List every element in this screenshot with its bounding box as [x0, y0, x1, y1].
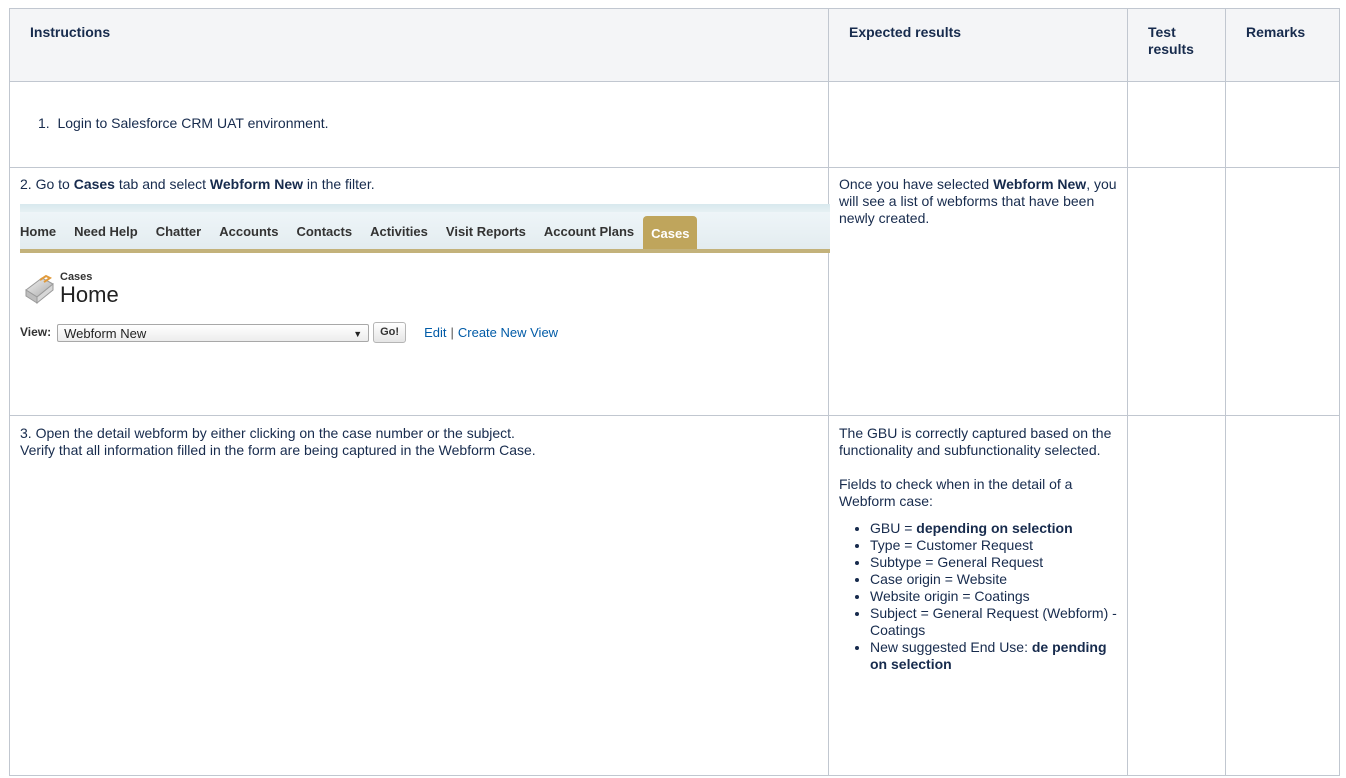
- tab-chatter[interactable]: Chatter: [147, 223, 211, 249]
- view-label: View:: [20, 325, 52, 339]
- list-item: Subtype = General Request: [870, 554, 1117, 571]
- step1-test-results: [1127, 81, 1226, 168]
- table-row: 1. Login to Salesforce CRM UAT environme…: [9, 81, 1340, 168]
- step1-number: 1.: [38, 115, 50, 131]
- salesforce-screenshot: Home Need Help Chatter Accounts Contacts…: [20, 204, 830, 343]
- step3-remarks: [1225, 415, 1340, 776]
- table-row: 2. Go to Cases tab and select Webform Ne…: [9, 167, 1340, 416]
- test-case-table: Instructions Expected results Test resul…: [9, 8, 1340, 776]
- list-item: GBU = depending on selection: [870, 520, 1117, 537]
- cases-title: Home: [60, 282, 119, 307]
- step3-line2: Verify that all information filled in th…: [20, 442, 536, 458]
- tab-contacts[interactable]: Contacts: [287, 223, 361, 249]
- step2-remarks: [1225, 167, 1340, 416]
- table-row: 3. Open the detail webform by either cli…: [9, 415, 1340, 776]
- step3-expected-p1: The GBU is correctly captured based on t…: [839, 425, 1112, 458]
- cases-header: Cases Home: [20, 270, 830, 308]
- header-test-results: Test results: [1127, 8, 1226, 82]
- create-new-view-link[interactable]: Create New View: [458, 324, 558, 341]
- tab-accounts[interactable]: Accounts: [210, 223, 287, 249]
- link-separator: |: [450, 325, 454, 340]
- chevron-down-icon: ▼: [353, 328, 363, 339]
- step1-instructions: 1. Login to Salesforce CRM UAT environme…: [9, 81, 829, 168]
- tab-cases[interactable]: Cases: [643, 216, 698, 249]
- go-button[interactable]: Go!: [373, 322, 407, 343]
- list-item: Subject = General Request (Webform) - Co…: [870, 605, 1117, 639]
- list-item: Type = Customer Request: [870, 537, 1117, 554]
- step3-expected-p2: Fields to check when in the detail of a …: [839, 476, 1073, 509]
- step1-text: Login to Salesforce CRM UAT environment.: [57, 115, 329, 131]
- header-instructions: Instructions: [9, 8, 829, 82]
- view-filter-row: View: Webform New ▼ Go! Edit | Create Ne…: [20, 322, 830, 343]
- list-item: Website origin = Coatings: [870, 588, 1117, 605]
- header-row: Instructions Expected results Test resul…: [9, 8, 1340, 82]
- salesforce-tab-bar: Home Need Help Chatter Accounts Contacts…: [20, 204, 830, 253]
- step1-remarks: [1225, 81, 1340, 168]
- tab-visit-reports[interactable]: Visit Reports: [437, 223, 535, 249]
- step3-line1: 3. Open the detail webform by either cli…: [20, 425, 515, 441]
- edit-view-link[interactable]: Edit: [424, 324, 446, 341]
- step3-test-results: [1127, 415, 1226, 776]
- tab-account-plans[interactable]: Account Plans: [535, 223, 643, 249]
- header-remarks: Remarks: [1225, 8, 1340, 82]
- webform-new-ref: Webform New: [209, 176, 304, 192]
- step2-instructions: 2. Go to Cases tab and select Webform Ne…: [9, 167, 830, 416]
- step2-expected: Once you have selected Webform New, you …: [828, 167, 1128, 416]
- tab-need-help[interactable]: Need Help: [65, 223, 147, 249]
- step3-instructions: 3. Open the detail webform by either cli…: [9, 415, 829, 776]
- fields-to-check-list: GBU = depending on selection Type = Cust…: [839, 520, 1117, 673]
- cases-tab-ref: Cases: [73, 176, 115, 192]
- list-item: Case origin = Website: [870, 571, 1117, 588]
- header-expected-results: Expected results: [828, 8, 1128, 82]
- view-select[interactable]: Webform New ▼: [57, 323, 370, 342]
- tab-activities[interactable]: Activities: [361, 223, 437, 249]
- step2-test-results: [1127, 167, 1226, 416]
- tab-home[interactable]: Home: [20, 223, 65, 249]
- step1-expected: [828, 81, 1128, 168]
- cases-briefcase-icon: [25, 274, 54, 305]
- step3-expected: The GBU is correctly captured based on t…: [828, 415, 1128, 776]
- list-item: New suggested End Use: de pending on sel…: [870, 639, 1117, 673]
